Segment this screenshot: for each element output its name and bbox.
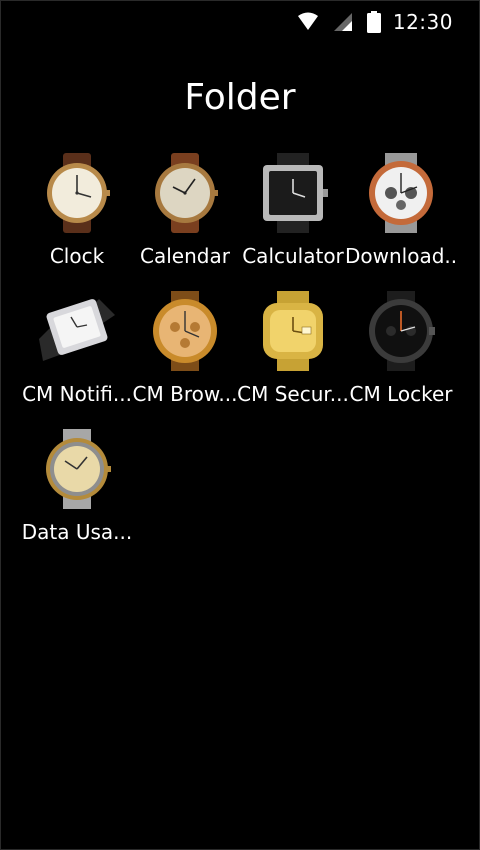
home-screen: 12:30 Folder Clock Calendar Calculator D… bbox=[0, 0, 480, 850]
app-label: Download.. bbox=[345, 244, 457, 268]
app-label: Data Usa... bbox=[21, 520, 133, 544]
app-grid: Clock Calendar Calculator Download.. CM … bbox=[1, 153, 479, 549]
app-clock[interactable]: Clock bbox=[23, 153, 131, 273]
app-cm-notifi[interactable]: CM Notifi... bbox=[22, 291, 132, 411]
chronograph-watch-icon bbox=[369, 153, 433, 233]
battery-icon bbox=[366, 11, 381, 33]
app-cm-browser[interactable]: CM Brow... bbox=[131, 291, 239, 411]
square-black-watch-icon bbox=[263, 153, 328, 233]
status-icons: 12:30 bbox=[297, 9, 453, 35]
app-label: Calendar bbox=[140, 244, 230, 268]
app-label: CM Notifi... bbox=[22, 382, 132, 406]
vintage-gold-watch-icon bbox=[155, 153, 218, 233]
app-calculator[interactable]: Calculator bbox=[239, 153, 347, 273]
folder-title[interactable]: Folder bbox=[1, 73, 479, 123]
status-bar: 12:30 bbox=[1, 1, 479, 41]
app-label: CM Brow... bbox=[132, 382, 238, 406]
rectangular-watch-icon bbox=[39, 299, 115, 361]
app-cm-security[interactable]: CM Secur... bbox=[237, 291, 349, 411]
status-time: 12:30 bbox=[392, 10, 453, 34]
signal-icon bbox=[333, 13, 352, 31]
app-data-usage[interactable]: Data Usa... bbox=[21, 429, 133, 549]
black-sport-watch-icon bbox=[369, 291, 435, 371]
gold-chronograph-watch-icon bbox=[153, 291, 217, 371]
app-cm-locker[interactable]: CM Locker bbox=[347, 291, 455, 411]
app-label: CM Secur... bbox=[237, 382, 349, 406]
app-label: CM Locker bbox=[349, 382, 453, 406]
gold-dress-watch-icon bbox=[47, 153, 110, 233]
app-calendar[interactable]: Calendar bbox=[131, 153, 239, 273]
two-tone-watch-icon bbox=[46, 429, 111, 509]
app-downloads[interactable]: Download.. bbox=[345, 153, 457, 273]
app-label: Clock bbox=[49, 244, 105, 268]
app-label: Calculator bbox=[242, 244, 344, 268]
wifi-icon bbox=[297, 12, 318, 30]
gold-bracelet-watch-icon bbox=[263, 291, 323, 371]
